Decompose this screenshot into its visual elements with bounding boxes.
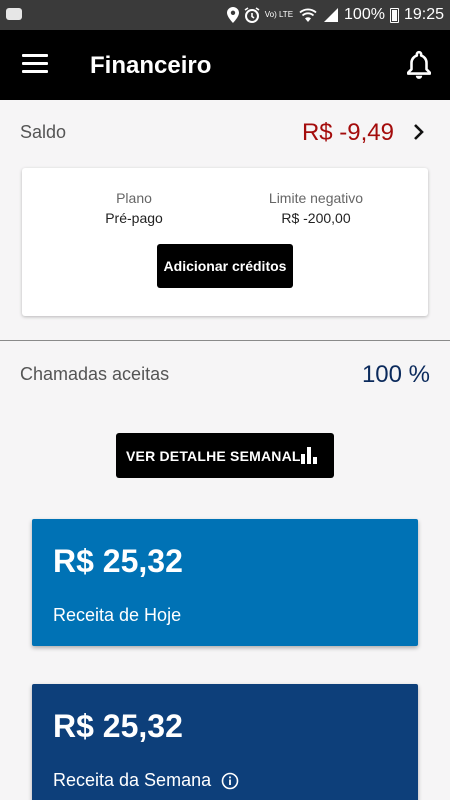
accepted-calls-value: 100 % — [361, 361, 430, 388]
location-icon — [226, 7, 239, 23]
limit-value: R$ -200,00 — [281, 210, 351, 226]
chevron-right-icon[interactable] — [412, 122, 426, 142]
plan-value: Pré-pago — [105, 210, 163, 226]
plan-column: Plano Pré-pago — [44, 190, 224, 226]
weekly-detail-label: VER DETALHE SEMANAL — [126, 448, 301, 464]
limit-label: Limite negativo — [268, 190, 364, 206]
app-bar: Financeiro — [0, 30, 450, 100]
revenue-week-label-row: Receita da Semana — [53, 770, 239, 791]
clock: 19:25 — [403, 6, 444, 23]
saldo-row[interactable]: Saldo R$ -9,49 — [0, 110, 450, 156]
alarm-icon — [244, 7, 260, 23]
menu-icon[interactable] — [22, 54, 48, 74]
saldo-value: R$ -9,49 — [301, 119, 394, 146]
plan-label: Plano — [116, 190, 152, 206]
add-credits-button[interactable]: Adicionar créditos — [157, 244, 293, 288]
revenue-today-label: Receita de Hoje — [53, 605, 182, 625]
page-title: Financeiro — [90, 52, 212, 79]
weekly-detail-button[interactable]: VER DETALHE SEMANAL — [116, 433, 334, 478]
revenue-today-label-row: Receita de Hoje — [53, 605, 181, 626]
bell-icon[interactable] — [406, 50, 432, 80]
notification-icon — [6, 8, 22, 20]
revenue-week-label: Receita da Semana — [53, 770, 212, 790]
battery-percent: 100% — [344, 6, 385, 23]
wifi-icon — [299, 8, 317, 22]
status-icons: Vo) LTE 100% 19:25 — [226, 4, 444, 26]
status-bar: Vo) LTE 100% 19:25 — [0, 0, 450, 30]
revenue-today-amount: R$ 25,32 — [53, 543, 183, 579]
info-icon[interactable] — [221, 772, 239, 790]
revenue-today-card[interactable]: R$ 25,32 Receita de Hoje — [32, 519, 418, 646]
revenue-week-card[interactable]: R$ 25,32 Receita da Semana — [32, 684, 418, 800]
bar-chart-icon — [301, 447, 317, 464]
accepted-calls-label: Chamadas aceitas — [20, 364, 170, 384]
saldo-label: Saldo — [20, 122, 67, 142]
volte-icon: Vo) LTE — [264, 10, 294, 19]
signal-icon — [324, 8, 339, 22]
plan-card: Plano Pré-pago Limite negativo R$ -200,0… — [22, 168, 428, 316]
limit-column: Limite negativo R$ -200,00 — [226, 190, 406, 226]
battery-icon — [389, 7, 399, 23]
divider — [0, 340, 450, 341]
revenue-week-amount: R$ 25,32 — [53, 708, 183, 744]
